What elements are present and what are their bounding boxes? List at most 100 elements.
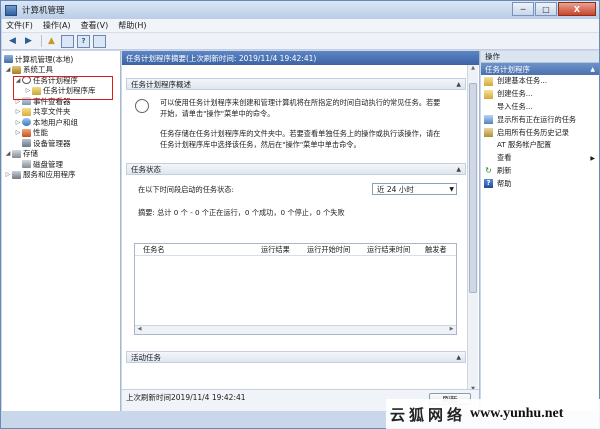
overview-paragraph-2: 任务存储在任务计划程序库的文件夹中。若要查看单独任务上的操作或执行该操作，请在 … bbox=[160, 129, 441, 149]
help-icon[interactable]: ? bbox=[77, 34, 90, 48]
show-hide-tree-icon[interactable] bbox=[61, 34, 74, 48]
computer-icon bbox=[4, 55, 13, 64]
tree-item-local-users[interactable]: ▷ 本地用户和组 bbox=[2, 117, 120, 128]
window-controls: ─ □ X bbox=[511, 2, 596, 16]
expand-arrow-icon[interactable]: ▷ bbox=[4, 171, 12, 178]
status-summary: 摘要: 总计 0 个 - 0 个正在运行，0 个成功，0 个停止，0 个失败 bbox=[138, 208, 345, 217]
computer-management-icon bbox=[5, 4, 17, 16]
shared-folder-icon bbox=[22, 107, 31, 116]
watermark-url: www.yunhu.net bbox=[470, 406, 564, 421]
import-task-icon bbox=[484, 102, 493, 111]
tree-item-device-manager[interactable]: 设备管理器 bbox=[2, 138, 120, 149]
overview-paragraph-1: 可以使用任务计划程序来创建和管理计算机将在所指定的时间自动执行的常见任务。若要 … bbox=[160, 98, 441, 118]
action-create-basic-task[interactable]: 创建基本任务... bbox=[481, 75, 599, 88]
task-scheduler-summary-panel: 任务计划程序摘要(上次刷新时间: 2019/11/4 19:42:41) 任务计… bbox=[122, 51, 480, 411]
window-title: 计算机管理 bbox=[22, 6, 65, 16]
maximize-button[interactable]: □ bbox=[535, 2, 557, 16]
tree-item-shared-folders[interactable]: ▷ 共享文件夹 bbox=[2, 107, 120, 118]
column-task-name[interactable]: 任务名 bbox=[143, 245, 165, 255]
action-import-task[interactable]: 导入任务... bbox=[481, 101, 599, 114]
refresh-icon: ↻ bbox=[484, 166, 493, 176]
collapse-arrow-icon[interactable]: ◢ bbox=[4, 150, 12, 157]
menu-file[interactable]: 文件(F) bbox=[6, 20, 33, 31]
title-bar[interactable]: 计算机管理 ─ □ X bbox=[1, 1, 599, 19]
table-header: 任务名 运行结果 运行开始时间 运行结束时间 触发者 bbox=[135, 244, 456, 256]
action-create-task[interactable]: 创建任务... bbox=[481, 88, 599, 101]
scroll-right-icon[interactable]: ▶ bbox=[447, 326, 456, 334]
close-button[interactable]: X bbox=[558, 2, 596, 16]
period-dropdown[interactable]: 近 24 小时 ▼ bbox=[372, 183, 457, 195]
action-at-service-config[interactable]: AT 服务帐户配置 bbox=[481, 139, 599, 152]
menu-view[interactable]: 查看(V) bbox=[81, 20, 109, 31]
collapse-section-icon[interactable]: ▲ bbox=[456, 354, 461, 361]
menu-action[interactable]: 操作(A) bbox=[43, 20, 71, 31]
overview-section-header[interactable]: 任务计划程序概述 ▲ bbox=[126, 78, 466, 90]
toolbar: ◀ ▶ ▲ ? bbox=[2, 33, 599, 50]
action-view[interactable]: 查看 ▶ bbox=[481, 152, 599, 165]
expand-arrow-icon[interactable]: ▷ bbox=[14, 119, 22, 126]
tree-item-performance[interactable]: ▷ 性能 bbox=[2, 128, 120, 139]
forward-arrow-icon[interactable]: ▶ bbox=[22, 35, 35, 48]
tree-item-disk-management[interactable]: 磁盘管理 bbox=[2, 159, 120, 170]
storage-icon bbox=[12, 149, 21, 158]
overview-title: 任务计划程序概述 bbox=[131, 79, 191, 89]
performance-icon bbox=[22, 128, 31, 137]
device-manager-icon bbox=[22, 139, 31, 148]
minimize-button[interactable]: ─ bbox=[512, 2, 534, 16]
expand-arrow-icon[interactable]: ▷ bbox=[14, 108, 22, 115]
status-period-label: 在以下时间段启动的任务状态: bbox=[138, 185, 234, 194]
clock-icon bbox=[135, 99, 149, 113]
chevron-down-icon[interactable]: ▼ bbox=[449, 186, 454, 193]
actions-pane: 操作 任务计划程序 ▲ 创建基本任务... 创建任务... 导入任务... 显示… bbox=[481, 51, 599, 411]
toolbar-separator bbox=[41, 35, 42, 47]
highlight-box bbox=[13, 76, 113, 100]
back-arrow-icon[interactable]: ◀ bbox=[6, 35, 19, 48]
scroll-left-icon[interactable]: ◀ bbox=[135, 326, 144, 334]
active-tasks-section-header[interactable]: 活动任务 ▲ bbox=[126, 351, 466, 363]
menu-bar: 文件(F) 操作(A) 查看(V) 帮助(H) bbox=[2, 19, 599, 33]
tree-item-services-apps[interactable]: ▷ 服务和应用程序 bbox=[2, 170, 120, 181]
vertical-scrollbar[interactable]: ▲ ▼ bbox=[467, 65, 478, 395]
tree-item-computer-management[interactable]: 计算机管理(本地) bbox=[2, 54, 120, 65]
collapse-section-icon[interactable]: ▲ bbox=[590, 66, 595, 73]
column-run-result[interactable]: 运行结果 bbox=[261, 245, 290, 255]
menu-help[interactable]: 帮助(H) bbox=[118, 20, 146, 31]
running-tasks-icon bbox=[484, 115, 493, 125]
services-icon bbox=[12, 170, 21, 179]
task-status-section-header[interactable]: 任务状态 ▲ bbox=[126, 163, 466, 175]
up-folder-icon[interactable]: ▲ bbox=[45, 35, 58, 48]
help-icon: ? bbox=[484, 179, 493, 189]
scrollbar-thumb[interactable] bbox=[469, 83, 477, 293]
tree-item-system-tools[interactable]: ◢ 系统工具 bbox=[2, 65, 120, 76]
properties-icon[interactable] bbox=[93, 34, 106, 48]
column-trigger[interactable]: 触发者 bbox=[425, 245, 447, 255]
action-help[interactable]: ? 帮助 bbox=[481, 177, 599, 190]
watermark-cn: 云狐网络 bbox=[390, 405, 467, 424]
horizontal-scrollbar[interactable]: ◀ ▶ bbox=[135, 325, 456, 334]
create-task-icon bbox=[484, 89, 493, 99]
task-history-icon bbox=[484, 128, 493, 138]
expand-arrow-icon[interactable]: ▷ bbox=[14, 129, 22, 136]
action-refresh[interactable]: ↻ 刷新 bbox=[481, 165, 599, 178]
collapse-section-icon[interactable]: ▲ bbox=[456, 81, 461, 88]
create-basic-task-icon bbox=[484, 76, 493, 86]
collapse-arrow-icon[interactable]: ◢ bbox=[4, 66, 12, 73]
column-run-end[interactable]: 运行结束时间 bbox=[367, 245, 410, 255]
summary-header: 任务计划程序摘要(上次刷新时间: 2019/11/4 19:42:41) bbox=[122, 51, 479, 65]
navigation-tree: 计算机管理(本地) ◢ 系统工具 ◢ 任务计划程序 ▷ 任务计划程序库 ▷ 事件… bbox=[2, 51, 121, 411]
submenu-arrow-icon: ▶ bbox=[590, 154, 595, 162]
action-show-running-tasks[interactable]: 显示所有正在运行的任务 bbox=[481, 113, 599, 126]
watermark: 云狐网络 www.yunhu.net bbox=[386, 399, 600, 429]
collapse-section-icon[interactable]: ▲ bbox=[456, 166, 461, 173]
view-icon bbox=[484, 154, 493, 163]
action-enable-task-history[interactable]: 启用所有任务历史记录 bbox=[481, 126, 599, 139]
scroll-up-icon[interactable]: ▲ bbox=[468, 65, 478, 74]
computer-management-window: 计算机管理 ─ □ X 文件(F) 操作(A) 查看(V) 帮助(H) ◀ ▶ … bbox=[0, 0, 600, 429]
disk-icon bbox=[22, 160, 31, 169]
users-icon bbox=[22, 118, 31, 127]
task-status-title: 任务状态 bbox=[131, 164, 161, 174]
tree-item-storage[interactable]: ◢ 存储 bbox=[2, 149, 120, 160]
active-tasks-title: 活动任务 bbox=[131, 352, 161, 362]
actions-section-task-scheduler[interactable]: 任务计划程序 ▲ bbox=[481, 63, 599, 75]
column-run-start[interactable]: 运行开始时间 bbox=[307, 245, 350, 255]
